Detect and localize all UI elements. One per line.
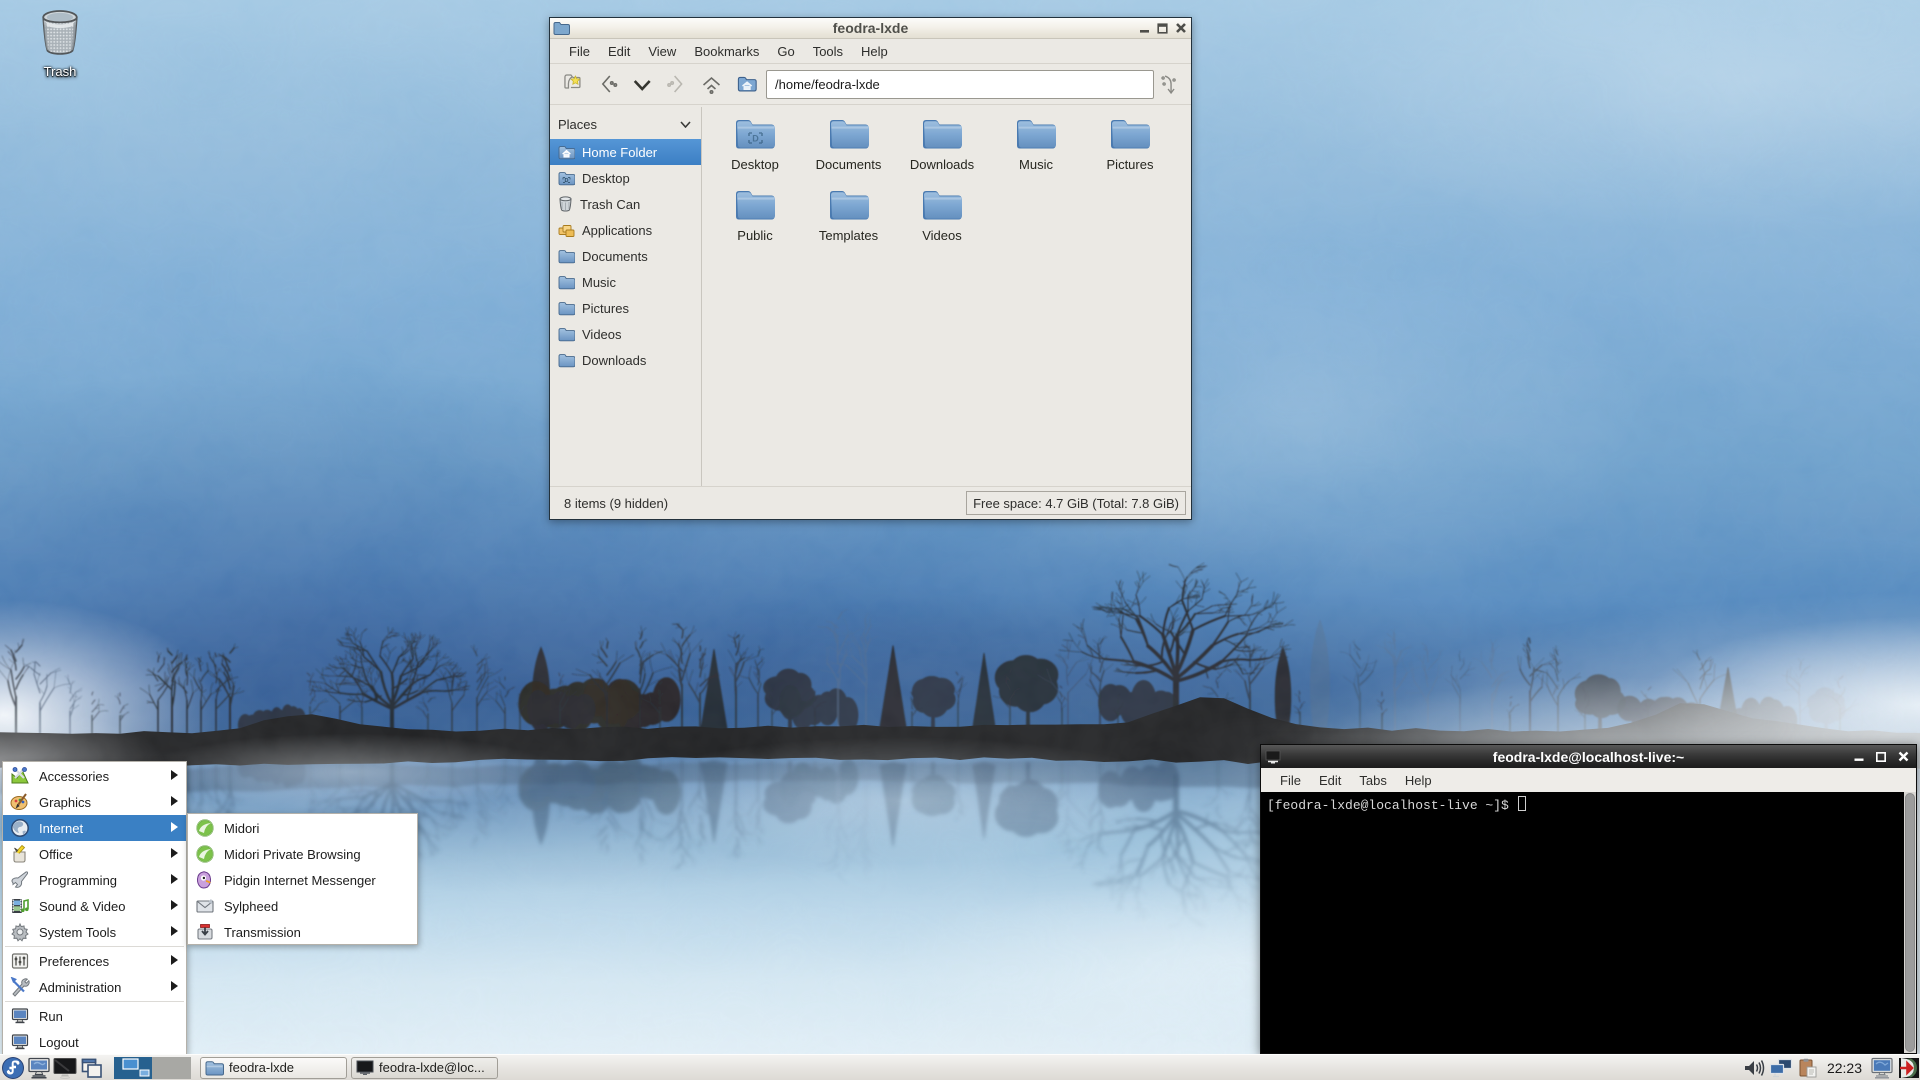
svg-text:D: D: [565, 178, 569, 184]
svg-text:D: D: [752, 134, 759, 144]
